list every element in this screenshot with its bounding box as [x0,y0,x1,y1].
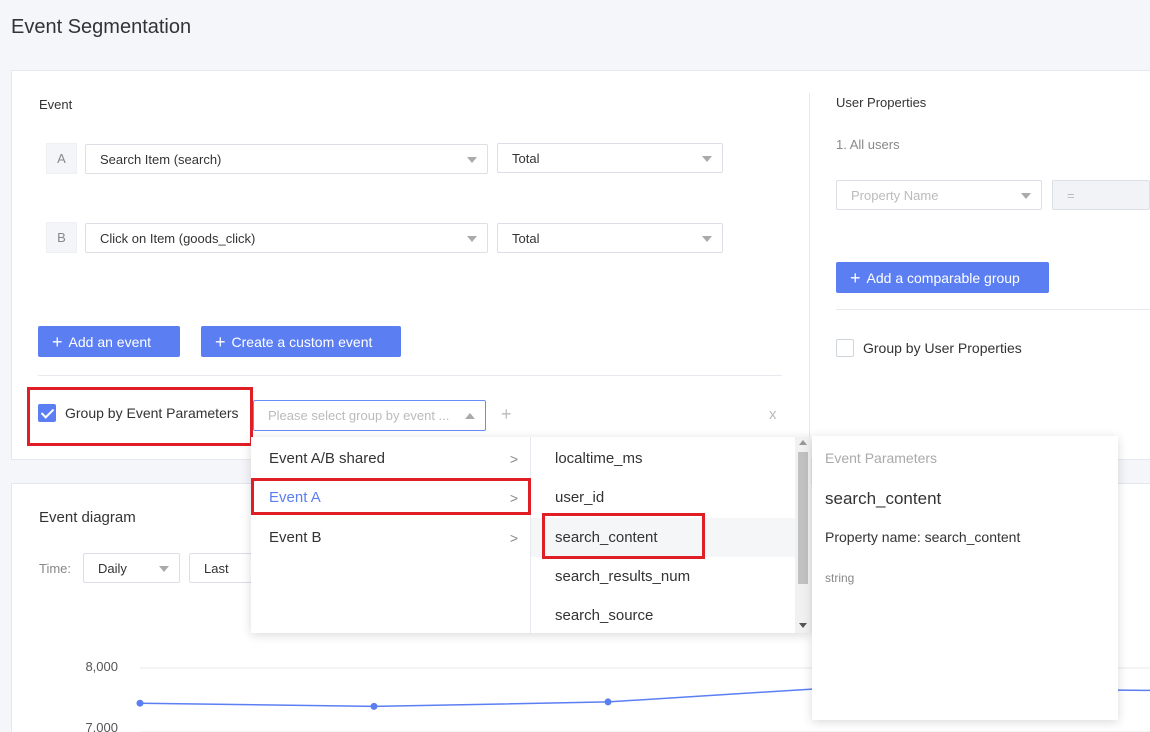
plus-icon: + [850,267,861,288]
event-a-measure-select[interactable]: Total [497,143,723,173]
menu-item-label: Event A/B shared [269,450,385,467]
plus-icon: + [52,331,63,352]
param-item[interactable]: user_id [531,478,795,517]
menu-scrollbar[interactable] [795,437,811,633]
ytick-label: 8,000 [85,659,118,674]
add-comparable-group-label: Add a comparable group [866,269,1020,286]
param-label: search_results_num [555,568,691,585]
data-point[interactable] [370,702,378,710]
ytick-label: 7,000 [85,720,118,732]
scrollbar-thumb[interactable] [798,452,808,584]
chevron-down-icon [702,236,712,242]
highlight-box [27,387,253,446]
param-label: search_source [555,607,654,624]
event-letter-a: A [46,143,77,174]
add-event-button[interactable]: + Add an event [38,326,180,357]
close-icon[interactable]: x [769,406,777,423]
group-by-user-label: Group by User Properties [863,340,1022,356]
highlight-box [251,478,531,515]
property-name-placeholder: Property Name [851,187,939,203]
user-group-label: 1. All users [836,137,900,152]
menu-item-event-ab-shared[interactable]: Event A/B shared > [251,439,530,478]
event-a-value: Search Item (search) [100,151,222,167]
chevron-down-icon [1021,193,1031,199]
property-name-select[interactable]: Property Name [836,180,1042,210]
chevron-down-icon [159,566,169,572]
event-letter-b: B [46,222,77,253]
add-group-icon[interactable]: + [501,404,512,425]
chevron-right-icon: > [509,530,518,546]
chevron-up-icon [465,413,475,419]
diagram-title: Event diagram [39,509,136,526]
granularity-value: Daily [98,560,127,576]
data-point[interactable] [604,698,612,706]
menu-left-column: Event A/B shared > Event A > Event B > [251,437,530,633]
event-heading: Event [39,97,73,112]
chevron-down-icon [467,157,477,163]
operator-value: = [1067,187,1075,203]
time-label: Time: [39,561,72,576]
custom-event-label: Create a custom event [231,333,373,350]
tooltip-param-name: search_content [825,489,942,508]
param-item[interactable]: search_source [531,596,795,635]
range-value: Last [204,560,229,576]
group-by-user-checkbox[interactable] [836,339,854,357]
chevron-right-icon: > [509,451,518,467]
event-a-select[interactable]: Search Item (search) [85,144,488,174]
chevron-down-icon [467,236,477,242]
event-b-measure-select[interactable]: Total [497,223,723,253]
menu-item-event-b[interactable]: Event B > [251,518,530,557]
param-item[interactable]: search_results_num [531,557,795,596]
param-item[interactable]: localtime_ms [531,439,795,478]
menu-item-label: Event B [269,529,322,546]
event-b-measure-value: Total [512,230,540,246]
event-divider [38,375,782,376]
user-divider [836,309,1150,310]
operator-select[interactable]: = [1052,180,1150,210]
panel-divider [809,93,810,453]
event-b-select[interactable]: Click on Item (goods_click) [85,223,488,253]
data-point[interactable] [136,699,144,707]
tooltip-type: string [825,571,855,585]
param-label: localtime_ms [555,450,643,467]
highlight-box [542,513,705,559]
event-b-value: Click on Item (goods_click) [100,230,256,246]
group-by-dropdown: Event A/B shared > Event A > Event B > l… [251,437,811,633]
add-comparable-group-button[interactable]: + Add a comparable group [836,262,1049,293]
tooltip-heading: Event Parameters [825,450,938,466]
plus-icon: + [215,331,226,352]
param-detail-tooltip: Event Parameters search_content Property… [812,436,1118,720]
group-by-select[interactable]: Please select group by event ... [253,400,486,431]
scroll-down-icon[interactable] [799,623,807,628]
add-event-label: Add an event [68,333,152,350]
group-by-placeholder: Please select group by event ... [268,408,450,423]
page-title: Event Segmentation [11,16,192,38]
event-a-measure-value: Total [512,150,540,166]
param-label: user_id [555,489,605,506]
granularity-select[interactable]: Daily [83,553,180,583]
scroll-up-icon[interactable] [799,440,807,445]
user-properties-heading: User Properties [836,95,927,110]
chevron-down-icon [702,156,712,162]
create-custom-event-button[interactable]: + Create a custom event [201,326,401,357]
tooltip-property-line: Property name: search_content [825,529,1021,545]
